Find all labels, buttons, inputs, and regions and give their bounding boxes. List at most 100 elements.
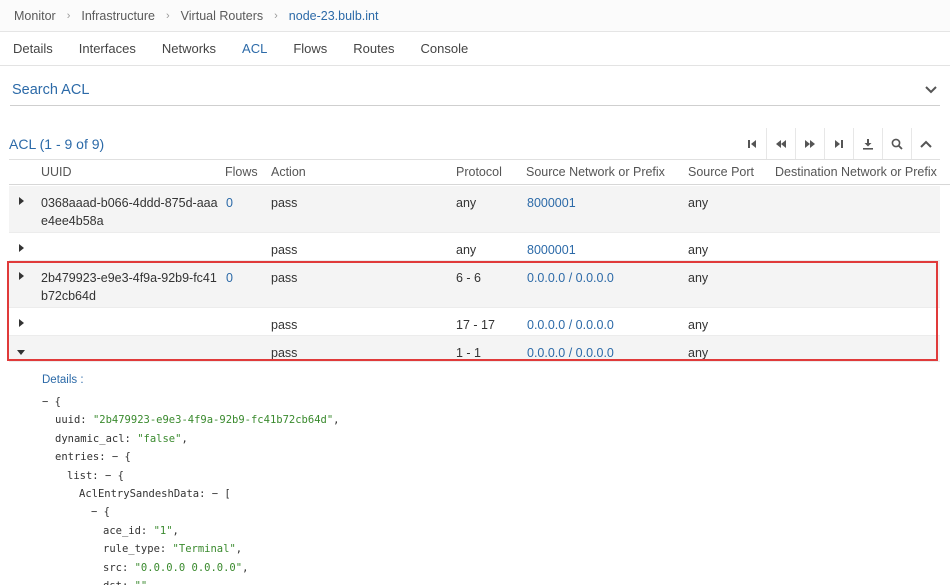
expand-caret-icon[interactable] xyxy=(19,272,24,280)
column-header-source-network[interactable]: Source Network or Prefix xyxy=(526,165,665,179)
details-label: Details : xyxy=(42,374,84,386)
cell-source-port: any xyxy=(688,196,709,210)
cell-source-port: any xyxy=(688,318,709,332)
cell-source-port: any xyxy=(688,243,709,257)
cell-source-port: any xyxy=(688,271,709,285)
first-page-icon[interactable] xyxy=(737,128,766,159)
json-value: "0.0.0.0 0.0.0.0" xyxy=(134,561,243,574)
cell-source-network-link[interactable]: 0.0.0.0 / 0.0.0.0 xyxy=(527,344,614,362)
column-header-source-port[interactable]: Source Port xyxy=(688,165,754,179)
tab-console[interactable]: Console xyxy=(420,41,468,56)
json-line: AclEntrySandeshData: − [ xyxy=(42,485,339,503)
grid-toolbar xyxy=(737,128,940,159)
table-row[interactable]: pass any 8000001 any xyxy=(9,233,940,261)
column-header-uuid[interactable]: UUID xyxy=(41,165,72,179)
json-punctuation: , xyxy=(242,561,249,574)
tab-routes[interactable]: Routes xyxy=(353,41,394,56)
cell-source-port: any xyxy=(688,346,709,360)
tab-bar: Details Interfaces Networks ACL Flows Ro… xyxy=(0,32,950,66)
breadcrumb-separator-icon: › xyxy=(274,9,278,22)
table-row-expanded[interactable]: pass 1 - 1 0.0.0.0 / 0.0.0.0 any xyxy=(9,336,940,362)
json-value: "" xyxy=(135,580,148,585)
cell-uuid: 0368aaad-b066-4ddd-875d-aaae4ee4b58a xyxy=(41,196,218,228)
json-punctuation: , xyxy=(235,543,243,556)
table-row[interactable]: 0368aaad-b066-4ddd-875d-aaae4ee4b58a 0 p… xyxy=(9,186,940,233)
json-punctuation: , xyxy=(181,432,188,445)
json-key: list: xyxy=(67,469,105,482)
json-line: − { xyxy=(42,503,339,521)
json-collapse-toggle[interactable]: − { xyxy=(42,396,61,408)
json-collapse-toggle[interactable]: − { xyxy=(105,470,124,482)
json-line: entries: − { xyxy=(42,448,339,466)
column-header-destination-network[interactable]: Destination Network or Prefix xyxy=(775,165,937,179)
json-key: dynamic_acl: xyxy=(55,432,138,445)
tab-flows[interactable]: Flows xyxy=(293,41,327,56)
acl-table-body: 0368aaad-b066-4ddd-875d-aaae4ee4b58a 0 p… xyxy=(9,186,940,362)
tab-acl[interactable]: ACL xyxy=(242,41,267,56)
json-punctuation: , xyxy=(333,414,340,427)
last-page-icon[interactable] xyxy=(824,128,853,159)
next-page-icon[interactable] xyxy=(795,128,824,159)
json-value: "Terminal" xyxy=(172,543,236,556)
collapse-caret-icon[interactable] xyxy=(17,350,25,355)
cell-protocol: any xyxy=(456,196,477,210)
json-value: "false" xyxy=(137,432,182,445)
cell-source-network-link[interactable]: 0.0.0.0 / 0.0.0.0 xyxy=(527,316,614,334)
json-key: AclEntrySandeshData: xyxy=(79,487,212,500)
cell-source-network-link[interactable]: 8000001 xyxy=(527,241,576,259)
breadcrumb-separator-icon: › xyxy=(166,9,170,22)
column-header-flows[interactable]: Flows xyxy=(225,165,258,179)
cell-protocol: 6 - 6 xyxy=(456,271,482,285)
column-header-action[interactable]: Action xyxy=(271,165,306,179)
breadcrumb: Monitor › Infrastructure › Virtual Route… xyxy=(0,0,950,32)
acl-table-header: UUID Flows Action Protocol Source Networ… xyxy=(9,161,950,185)
search-acl-title[interactable]: Search ACL xyxy=(10,82,89,98)
json-value: "2b479923-e9e3-4f9a-92b9-fc41b72cb64d" xyxy=(92,414,334,427)
cell-source-network-link[interactable]: 8000001 xyxy=(527,194,576,212)
json-punctuation: , xyxy=(172,524,179,537)
json-key: ace_id: xyxy=(103,524,154,537)
cell-action: pass xyxy=(271,346,298,360)
json-value: "1" xyxy=(153,524,173,537)
json-collapse-toggle[interactable]: − { xyxy=(91,506,110,518)
json-collapse-toggle[interactable]: − { xyxy=(112,451,131,463)
acl-grid-header: ACL (1 - 9 of 9) xyxy=(9,128,940,160)
tab-details[interactable]: Details xyxy=(13,41,53,56)
download-icon[interactable] xyxy=(853,128,882,159)
search-acl-panel[interactable]: Search ACL xyxy=(10,74,940,106)
acl-grid-title: ACL (1 - 9 of 9) xyxy=(9,135,105,152)
json-line: − { xyxy=(42,393,339,411)
expand-caret-icon[interactable] xyxy=(19,244,24,252)
chevron-up-icon[interactable] xyxy=(911,128,940,159)
cell-flows-link[interactable]: 0 xyxy=(226,194,233,212)
cell-protocol: 1 - 1 xyxy=(456,346,482,360)
json-line: list: − { xyxy=(42,467,339,485)
chevron-down-icon[interactable] xyxy=(922,81,940,99)
column-header-protocol[interactable]: Protocol xyxy=(456,165,502,179)
expand-caret-icon[interactable] xyxy=(19,197,24,205)
cell-action: pass xyxy=(271,243,298,257)
tab-networks[interactable]: Networks xyxy=(162,41,216,56)
json-punctuation: , xyxy=(147,580,153,585)
cell-source-network-link[interactable]: 0.0.0.0 / 0.0.0.0 xyxy=(527,269,614,287)
search-icon[interactable] xyxy=(882,128,911,159)
cell-action: pass xyxy=(271,271,298,285)
breadcrumb-virtual-routers[interactable]: Virtual Routers xyxy=(181,9,263,23)
breadcrumb-monitor[interactable]: Monitor xyxy=(14,9,56,23)
json-line: ace_id: "1", xyxy=(42,522,339,540)
tab-interfaces[interactable]: Interfaces xyxy=(79,41,136,56)
json-collapse-toggle[interactable]: − [ xyxy=(212,488,231,500)
json-key: src: xyxy=(103,561,135,574)
json-line: rule_type: "Terminal", xyxy=(42,540,339,558)
cell-uuid: 2b479923-e9e3-4f9a-92b9-fc41b72cb64d xyxy=(41,271,217,303)
expand-caret-icon[interactable] xyxy=(19,319,24,327)
previous-page-icon[interactable] xyxy=(766,128,795,159)
json-line: src: "0.0.0.0 0.0.0.0", xyxy=(42,559,339,577)
table-row[interactable]: 2b479923-e9e3-4f9a-92b9-fc41b72cb64d 0 p… xyxy=(9,261,940,308)
json-key: entries: xyxy=(55,451,112,464)
cell-protocol: 17 - 17 xyxy=(456,318,495,332)
breadcrumb-infrastructure[interactable]: Infrastructure xyxy=(81,9,155,23)
json-key: rule_type: xyxy=(103,543,173,556)
table-row[interactable]: pass 17 - 17 0.0.0.0 / 0.0.0.0 any xyxy=(9,308,940,336)
cell-flows-link[interactable]: 0 xyxy=(226,269,233,287)
